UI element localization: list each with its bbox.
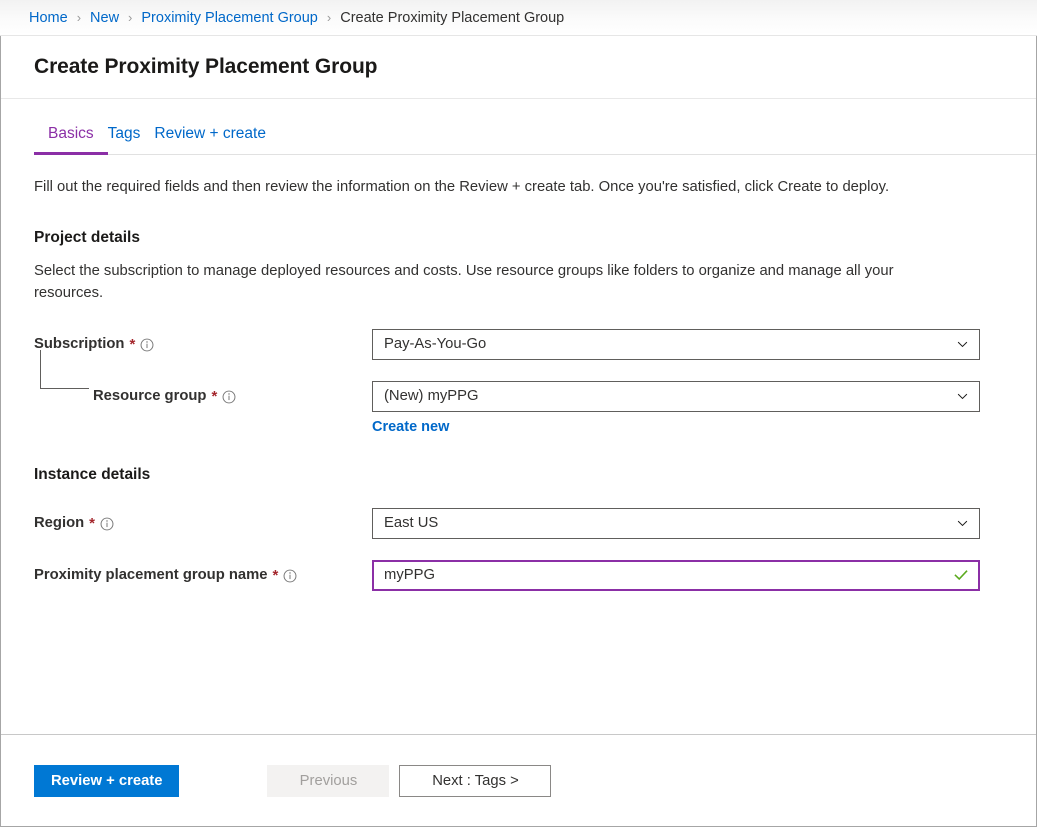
blade-header: Create Proximity Placement Group <box>1 36 1036 99</box>
breadcrumb: Home › New › Proximity Placement Group ›… <box>0 0 1037 36</box>
label-ppg-name: Proximity placement group name * <box>34 567 297 583</box>
control-cell-region: East US <box>372 508 980 539</box>
create-new-resource-group-link[interactable]: Create new <box>372 419 449 435</box>
breadcrumb-item-home[interactable]: Home <box>29 10 68 26</box>
previous-button: Previous <box>267 765 389 797</box>
form-project-details: Subscription * <box>34 329 1003 436</box>
required-asterisk: * <box>89 516 95 531</box>
label-region: Region * <box>34 515 114 531</box>
form-row-resource-group: Resource group * <box>34 381 1003 436</box>
breadcrumb-separator-icon: › <box>77 10 81 25</box>
label-ppg-name-text: Proximity placement group name <box>34 567 268 583</box>
breadcrumb-separator-icon: › <box>128 10 132 25</box>
subscription-dropdown[interactable]: Pay-As-You-Go <box>372 329 980 360</box>
form-row-subscription: Subscription * <box>34 329 1003 362</box>
form-instance-details: Region * <box>34 508 1003 593</box>
breadcrumb-separator-icon: › <box>327 10 331 25</box>
section-title-instance-details: Instance details <box>34 466 1003 484</box>
blade-content: Fill out the required fields and then re… <box>1 155 1036 734</box>
form-row-ppg-name: Proximity placement group name * <box>34 560 1003 593</box>
label-cell-resource-group: Resource group * <box>34 381 372 405</box>
control-cell-ppg-name: myPPG <box>372 560 980 591</box>
label-resource-group: Resource group * <box>93 388 236 404</box>
label-region-text: Region <box>34 515 84 531</box>
info-circle-icon[interactable] <box>140 338 154 352</box>
label-subscription: Subscription * <box>34 336 154 352</box>
required-asterisk: * <box>211 389 217 404</box>
green-checkmark-icon <box>953 567 969 583</box>
section-title-project-details: Project details <box>34 229 1003 247</box>
tab-review-create-label: Review + create <box>154 125 266 142</box>
tab-basics-label: Basics <box>48 125 94 142</box>
breadcrumb-item-proximity-placement-group[interactable]: Proximity Placement Group <box>141 10 317 26</box>
control-cell-resource-group: (New) myPPG Create new <box>372 381 980 436</box>
label-resource-group-text: Resource group <box>93 388 206 404</box>
ppg-name-input[interactable]: myPPG <box>372 560 980 591</box>
create-ppg-page: Home › New › Proximity Placement Group ›… <box>0 0 1037 827</box>
blade-panel: Create Proximity Placement Group Basics … <box>0 36 1037 827</box>
control-cell-subscription: Pay-As-You-Go <box>372 329 980 360</box>
required-asterisk: * <box>129 337 135 352</box>
label-cell-ppg-name: Proximity placement group name * <box>34 560 372 584</box>
breadcrumb-item-new[interactable]: New <box>90 10 119 26</box>
region-dropdown[interactable]: East US <box>372 508 980 539</box>
review-create-button[interactable]: Review + create <box>34 765 179 797</box>
page-title: Create Proximity Placement Group <box>34 55 377 79</box>
label-subscription-text: Subscription <box>34 336 124 352</box>
info-circle-icon[interactable] <box>100 517 114 531</box>
form-row-region: Region * <box>34 508 1003 541</box>
next-tags-button[interactable]: Next : Tags > <box>399 765 551 797</box>
ppg-name-value: myPPG <box>384 567 945 583</box>
breadcrumb-item-current: Create Proximity Placement Group <box>340 10 564 26</box>
info-circle-icon[interactable] <box>283 569 297 583</box>
info-circle-icon[interactable] <box>222 390 236 404</box>
tab-review-create[interactable]: Review + create <box>140 125 280 155</box>
label-cell-region: Region * <box>34 508 372 532</box>
intro-text: Fill out the required fields and then re… <box>34 177 979 199</box>
chevron-down-icon <box>956 390 969 403</box>
subscription-value: Pay-As-You-Go <box>384 336 948 352</box>
tab-tags-label: Tags <box>108 125 141 142</box>
blade-footer: Review + create Previous Next : Tags > <box>1 734 1036 826</box>
region-value: East US <box>384 515 948 531</box>
resource-group-dropdown[interactable]: (New) myPPG <box>372 381 980 412</box>
label-cell-subscription: Subscription * <box>34 329 372 353</box>
required-asterisk: * <box>273 568 279 583</box>
section-description-project-details: Select the subscription to manage deploy… <box>34 261 934 305</box>
chevron-down-icon <box>956 517 969 530</box>
chevron-down-icon <box>956 338 969 351</box>
resource-group-value: (New) myPPG <box>384 388 948 404</box>
tab-bar: Basics Tags Review + create <box>1 99 1036 155</box>
